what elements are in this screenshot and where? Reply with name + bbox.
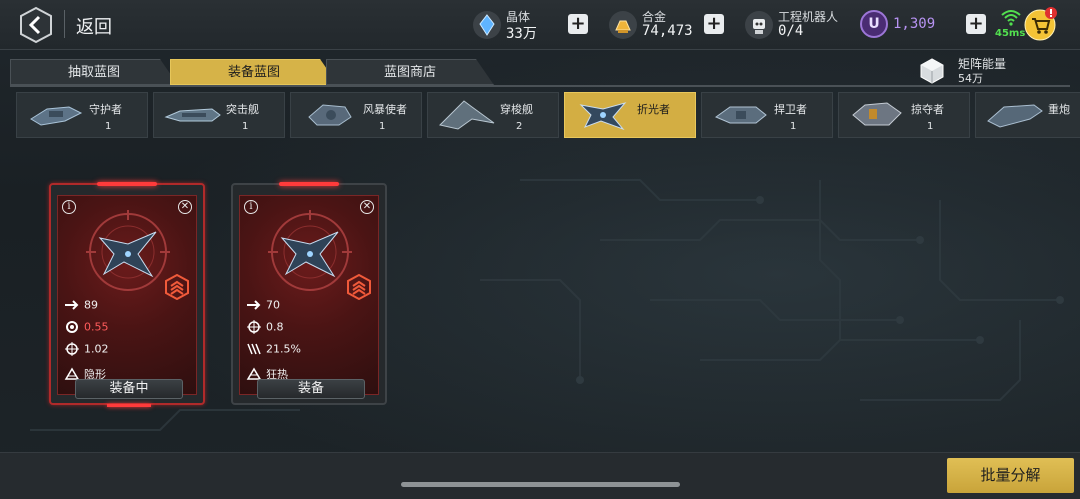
category-name: 掠夺者 <box>911 103 944 116</box>
resource-robot: 工程机器人 0/4 <box>744 6 854 44</box>
close-icon[interactable]: ✕ <box>178 200 192 214</box>
rank-chevron-icon <box>347 274 371 300</box>
resource-value: 33万 <box>506 26 537 42</box>
stat-accuracy: 0.8 <box>246 320 284 336</box>
close-icon[interactable]: ✕ <box>360 200 374 214</box>
tab-draw-blueprint[interactable]: 抽取蓝图 <box>10 59 178 85</box>
info-icon[interactable]: i <box>244 200 258 214</box>
equipped-glow <box>97 182 157 186</box>
card-panel: i ✕ 89 0.55 1.02 隐形 <box>57 195 197 395</box>
resource-value: 74,473 <box>642 23 693 39</box>
tab-equip-blueprint[interactable]: 装备蓝图 <box>170 59 338 85</box>
info-icon[interactable]: i <box>62 200 76 214</box>
u-coin-icon: U <box>860 10 888 38</box>
stat-accuracy: 1.02 <box>64 342 109 358</box>
crosshair-icon <box>65 342 79 356</box>
back-button[interactable] <box>18 6 54 44</box>
category-name: 重炮 <box>1048 103 1070 116</box>
robot-icon <box>745 11 773 39</box>
category-name: 穿梭舰 <box>500 103 533 116</box>
equip-button[interactable]: 装备 <box>257 379 365 399</box>
add-crystal-button[interactable]: + <box>568 14 588 34</box>
category-guardian[interactable]: 守护者 1 <box>16 92 148 138</box>
category-assault-ship[interactable]: 突击舰 1 <box>153 92 285 138</box>
category-name: 捍卫者 <box>774 103 807 116</box>
u-coin-value: 1,309 <box>893 16 936 32</box>
category-count: 1 <box>379 121 386 132</box>
home-indicator[interactable] <box>401 482 680 487</box>
alloy-icon <box>609 11 637 39</box>
crosshair-icon <box>247 320 261 334</box>
matrix-energy-value: 54万 <box>958 72 983 85</box>
ship-icon <box>714 106 767 124</box>
stat-speed: 70 <box>246 298 280 314</box>
chevron-left-icon <box>20 6 52 44</box>
add-alloy-button[interactable]: + <box>704 14 724 34</box>
ship-icon <box>30 106 83 126</box>
stat-speed: 89 <box>64 298 98 314</box>
ship-icon <box>164 108 221 122</box>
category-count: 1 <box>242 121 249 132</box>
resource-alloy: 合金 74,473 <box>608 6 708 44</box>
category-defender[interactable]: 捍卫者 1 <box>701 92 833 138</box>
ship-icon <box>308 104 352 126</box>
ship-category-strip: 守护者 1 突击舰 1 风暴使者 1 穿梭舰 2 折光者 捍卫者 1 掠夺者 1… <box>0 90 1080 140</box>
card-panel: i ✕ 70 0.8 21.5% 狂热 <box>239 195 379 395</box>
resource-crystal: 晶体 33万 <box>472 6 572 44</box>
category-name: 守护者 <box>89 103 122 116</box>
category-storm-bringer[interactable]: 风暴使者 1 <box>290 92 422 138</box>
category-count: 1 <box>927 121 934 132</box>
divider <box>64 10 65 38</box>
category-count: 1 <box>105 121 112 132</box>
ship-icon <box>987 104 1043 128</box>
category-count: 2 <box>516 121 523 132</box>
blueprint-card-1[interactable]: i ✕ 89 0.55 1.02 隐形 装备中 <box>49 182 205 407</box>
rank-chevron-icon <box>165 274 189 300</box>
cart-icon <box>1024 7 1057 41</box>
category-heavy-artillery[interactable]: 重炮 <box>975 92 1080 138</box>
card-glow <box>279 182 339 186</box>
equipped-button[interactable]: 装备中 <box>75 379 183 399</box>
gear-cog-icon <box>66 321 78 333</box>
category-count: 1 <box>790 121 797 132</box>
blueprint-card-2[interactable]: i ✕ 70 0.8 21.5% 狂热 装备 <box>231 182 387 405</box>
back-label: 返回 <box>76 17 112 38</box>
category-name: 突击舰 <box>226 103 259 116</box>
category-refractor[interactable]: 折光者 <box>564 92 696 138</box>
speed-arrow-icon <box>65 300 79 310</box>
speed-arrow-icon <box>247 300 261 310</box>
bulk-dismantle-button[interactable]: 批量分解 <box>947 458 1074 493</box>
category-plunderer[interactable]: 掠夺者 1 <box>838 92 970 138</box>
ship-preview <box>86 210 170 291</box>
ship-icon <box>439 100 495 130</box>
stat-crit: 21.5% <box>246 342 301 358</box>
equipped-indicator <box>107 404 151 407</box>
stat-fire-rate: 0.55 <box>64 320 109 336</box>
shop-cart-button[interactable] <box>1024 6 1058 42</box>
crystal-icon <box>473 11 501 39</box>
ship-preview <box>268 210 352 291</box>
ship-icon <box>579 102 627 131</box>
category-shuttle[interactable]: 穿梭舰 2 <box>427 92 559 138</box>
category-name: 折光者 <box>637 103 670 116</box>
tab-blueprint-shop[interactable]: 蓝图商店 <box>326 59 494 85</box>
category-name: 风暴使者 <box>363 103 407 116</box>
resource-value: 0/4 <box>778 23 804 39</box>
matrix-cube-icon <box>920 58 944 84</box>
ping-value: 45ms <box>995 28 1026 39</box>
tab-underline <box>10 85 1070 87</box>
bottom-bar <box>0 452 1080 499</box>
top-bar: 返回 晶体 33万 + 合金 74,473 + 工程机器人 0/4 U 1,30… <box>0 0 1080 50</box>
claw-icon <box>247 343 261 355</box>
ship-icon <box>852 102 902 126</box>
wifi-icon <box>1001 10 1021 26</box>
add-u-coin-button[interactable]: + <box>966 14 986 34</box>
